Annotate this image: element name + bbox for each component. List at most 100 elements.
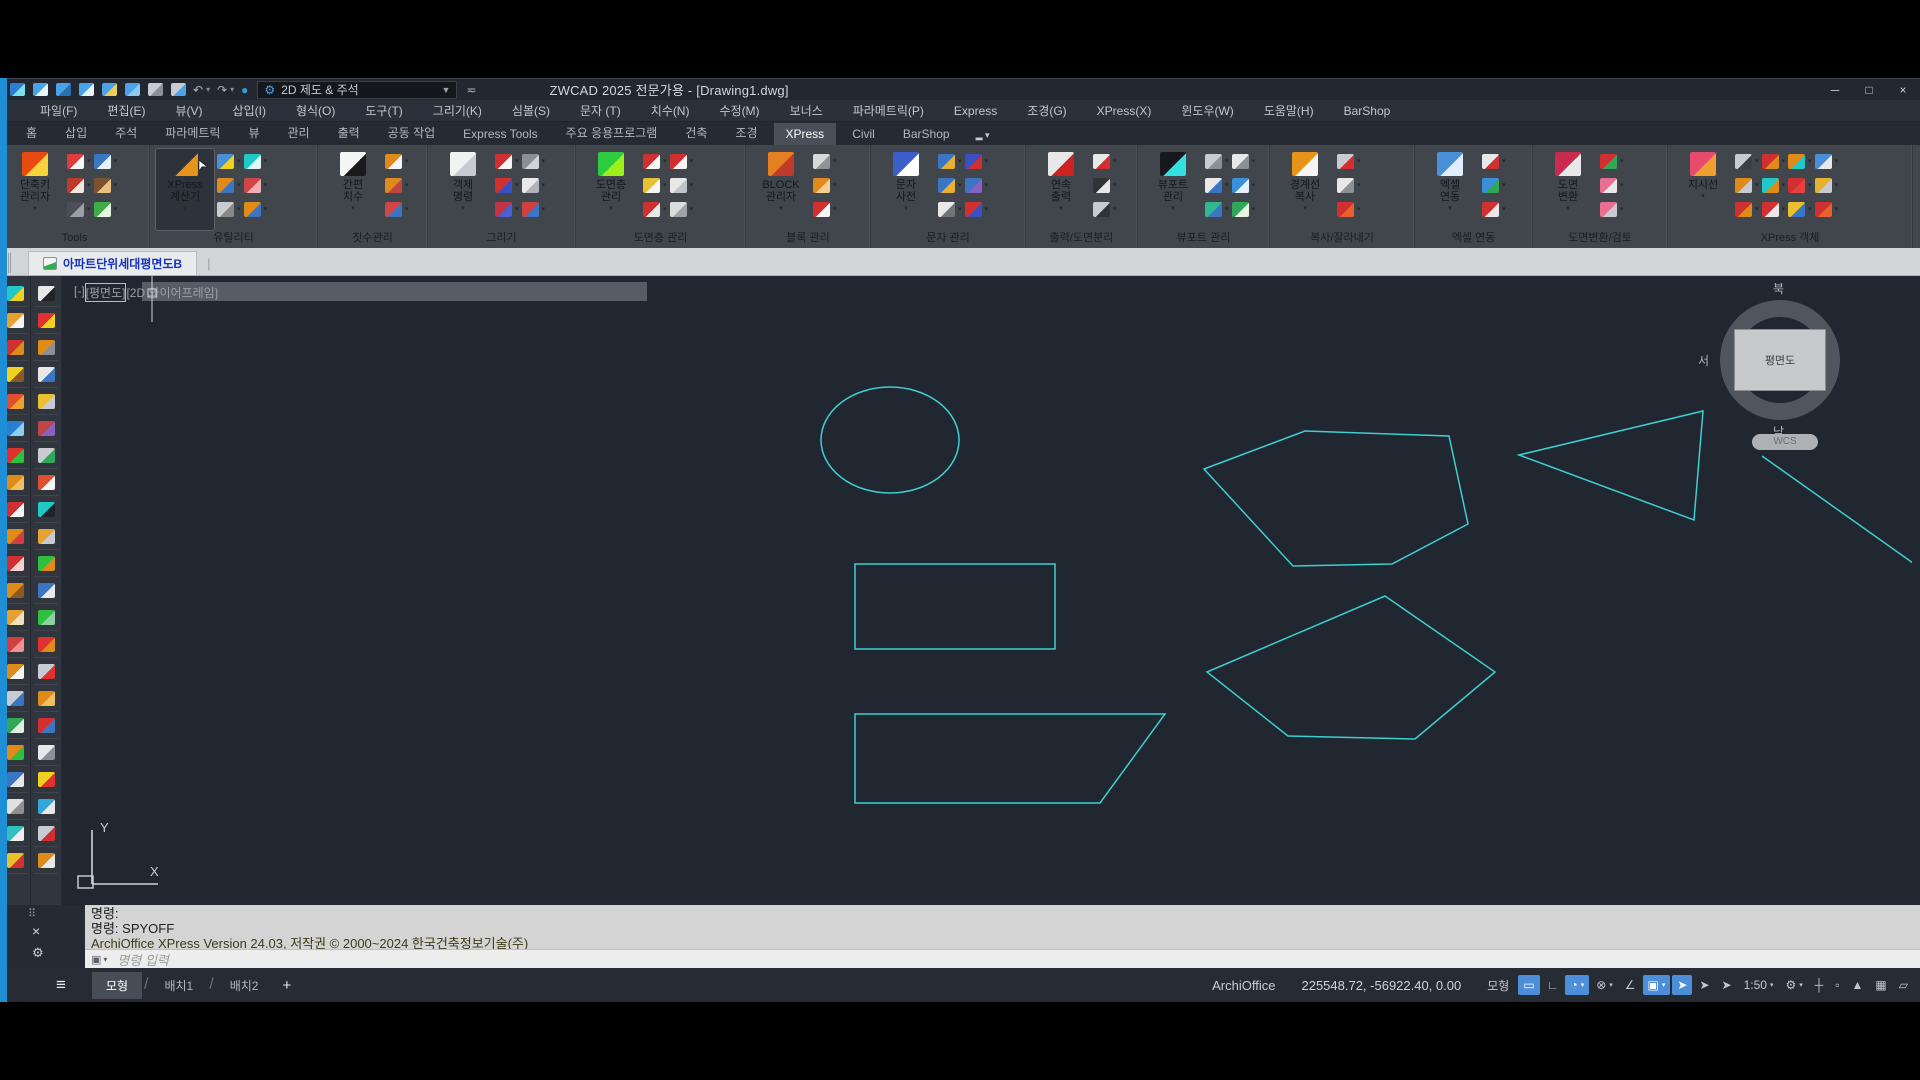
big-button[interactable]: ➤XPress계산기▾: [156, 149, 214, 230]
command-input-row[interactable]: ▣ ▾ 명령 입력: [85, 949, 1920, 968]
menu-item[interactable]: 도구(T): [365, 102, 402, 119]
toolbar-button[interactable]: [34, 577, 58, 604]
small-button[interactable]: ▾: [67, 199, 91, 219]
close-button[interactable]: ×: [1886, 83, 1920, 97]
small-button[interactable]: ▾: [1205, 175, 1229, 195]
toolbar-button[interactable]: [34, 739, 58, 766]
small-button[interactable]: ▾: [67, 175, 91, 195]
wcs-badge[interactable]: WCS: [1752, 434, 1818, 450]
ribbon-tab-관리[interactable]: 관리: [275, 120, 321, 145]
small-button[interactable]: ▾: [217, 151, 241, 171]
small-button[interactable]: ▾: [1232, 175, 1256, 195]
ribbon-tab-Civil[interactable]: Civil: [840, 123, 887, 145]
toolbar-button[interactable]: [34, 442, 58, 469]
big-button[interactable]: BLOCK관리자▾: [752, 149, 810, 230]
big-button[interactable]: 도면변환▾: [1539, 149, 1597, 230]
workspace-toggle[interactable]: ▱: [1894, 975, 1913, 995]
small-button[interactable]: ▾: [670, 199, 694, 219]
menu-item[interactable]: BarShop: [1344, 104, 1391, 118]
small-button[interactable]: ▾: [670, 175, 694, 195]
small-button[interactable]: ▾: [938, 151, 962, 171]
drawing-canvas[interactable]: [-][평면도][2D 와이어프레임] 평면도 북 서 남 WCS: [62, 276, 1920, 905]
crosshair-toggle[interactable]: ┼: [1810, 975, 1829, 995]
ribbon-tab-XPress[interactable]: XPress: [774, 123, 837, 145]
small-button[interactable]: ▾: [1735, 199, 1759, 219]
small-button[interactable]: ▾: [965, 199, 989, 219]
viewport-control-1[interactable]: [평면도]: [86, 284, 126, 301]
small-button[interactable]: ▾: [1762, 175, 1786, 195]
menu-item[interactable]: 치수(N): [651, 102, 690, 119]
model-space-button[interactable]: 모형: [1479, 973, 1517, 998]
customize-icon[interactable]: ⚙: [32, 945, 44, 961]
small-button[interactable]: ▾: [1093, 199, 1117, 219]
menu-item[interactable]: 수정(M): [719, 102, 759, 119]
menu-item[interactable]: 편집(E): [107, 102, 145, 119]
toolbar-button[interactable]: [34, 631, 58, 658]
toolbar-button[interactable]: [34, 766, 58, 793]
toolbar-button[interactable]: [34, 685, 58, 712]
small-button[interactable]: ▾: [1337, 175, 1361, 195]
open-file-icon[interactable]: [56, 83, 71, 96]
small-button[interactable]: ▾: [217, 175, 241, 195]
small-button[interactable]: ▾: [244, 199, 268, 219]
small-button[interactable]: ▾: [1232, 199, 1256, 219]
scale-select[interactable]: 1:50▾: [1739, 975, 1779, 995]
toolbar-button[interactable]: [34, 334, 58, 361]
small-button[interactable]: ▾: [938, 175, 962, 195]
big-button[interactable]: 지시선▾: [1674, 149, 1732, 230]
layout-tab-배치1[interactable]: 배치1: [150, 972, 207, 999]
small-button[interactable]: ▾: [813, 199, 837, 219]
big-button[interactable]: 연속출력▾: [1032, 149, 1090, 230]
settings[interactable]: ⚙▾: [1780, 975, 1807, 995]
dyn-input-toggle[interactable]: ▣▾: [1643, 975, 1671, 995]
ribbon-tab-주석[interactable]: 주석: [103, 120, 149, 145]
toolbar-button[interactable]: [34, 847, 58, 874]
print-icon[interactable]: [148, 83, 163, 96]
workspace-selector[interactable]: ⚙ 2D 제도 & 주석 ▼: [257, 81, 457, 99]
small-button[interactable]: ▾: [813, 151, 837, 171]
menu-item[interactable]: 형식(O): [296, 102, 335, 119]
toolbar-button[interactable]: [34, 550, 58, 577]
toolbar-button[interactable]: [34, 307, 58, 334]
osnap2-toggle[interactable]: ➤: [1694, 975, 1714, 995]
small-button[interactable]: ▾: [938, 199, 962, 219]
lineweight-toggle[interactable]: ⊗▾: [1591, 975, 1618, 995]
snap-toggle[interactable]: ▭: [1518, 975, 1539, 995]
small-button[interactable]: ▾: [1815, 199, 1839, 219]
small-button[interactable]: ▾: [94, 151, 118, 171]
toolbar-button[interactable]: [34, 820, 58, 847]
redo-dropdown-icon[interactable]: ▾: [230, 85, 234, 94]
command-history[interactable]: 명령:명령: SPYOFFArchiOffice XPress Version …: [85, 905, 1920, 949]
small-button[interactable]: ▾: [522, 175, 546, 195]
undo-button[interactable]: ↶: [193, 83, 203, 97]
small-button[interactable]: ▾: [1482, 199, 1506, 219]
view-cube-west[interactable]: 서: [1698, 352, 1709, 369]
ribbon-tab-삽입[interactable]: 삽입: [53, 120, 99, 145]
big-button[interactable]: 엑셀연동▾: [1421, 149, 1479, 230]
small-button[interactable]: ▾: [67, 151, 91, 171]
layout-tab-배치2[interactable]: 배치2: [216, 972, 273, 999]
small-button[interactable]: ▾: [244, 175, 268, 195]
toolbar-button[interactable]: [34, 469, 58, 496]
ribbon-collapse-button[interactable]: ▂ ▾: [966, 126, 1000, 145]
small-button[interactable]: ▾: [1735, 175, 1759, 195]
small-button[interactable]: ▾: [643, 199, 667, 219]
command-window-icon[interactable]: ▣: [91, 953, 101, 966]
small-button[interactable]: ▾: [813, 175, 837, 195]
small-button[interactable]: ▾: [385, 175, 409, 195]
small-button[interactable]: ▾: [1762, 151, 1786, 171]
menu-item[interactable]: 도움말(H): [1264, 102, 1314, 119]
toolbar-button[interactable]: [34, 658, 58, 685]
view-cube[interactable]: 평면도 북 서 남: [1716, 296, 1844, 424]
small-button[interactable]: ▾: [1337, 151, 1361, 171]
toolbar-button[interactable]: [34, 415, 58, 442]
small-button[interactable]: ▾: [1205, 199, 1229, 219]
angle-toggle[interactable]: ∠: [1620, 975, 1641, 995]
small-button[interactable]: ▾: [385, 199, 409, 219]
small-button[interactable]: ▾: [1205, 151, 1229, 171]
maximize-button[interactable]: □: [1852, 83, 1886, 97]
save-as-icon[interactable]: [102, 83, 117, 96]
menu-item[interactable]: 뷰(V): [175, 102, 202, 119]
menu-item[interactable]: 문자 (T): [580, 102, 621, 119]
big-button[interactable]: 객체명령▾: [434, 149, 492, 230]
